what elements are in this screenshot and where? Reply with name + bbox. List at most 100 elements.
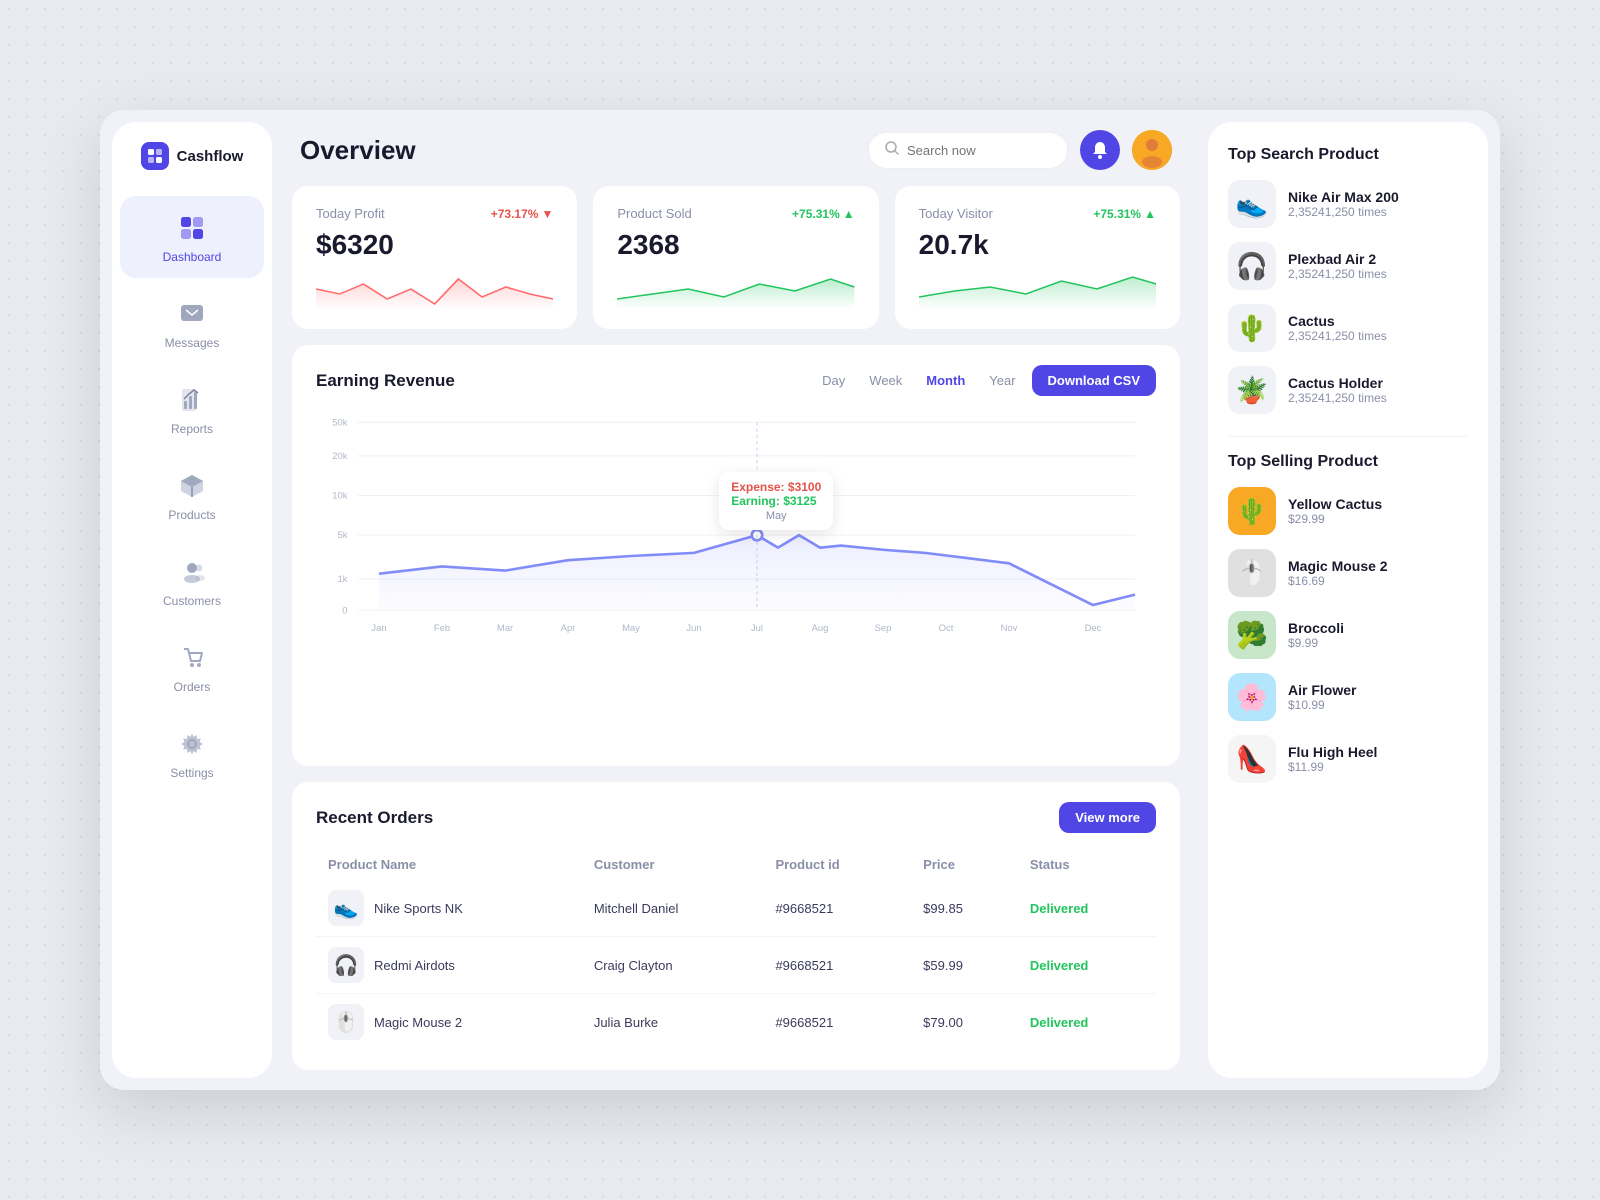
sidebar-item-customers[interactable]: Customers (120, 540, 264, 622)
sidebar-item-reports[interactable]: Reports (120, 368, 264, 450)
product-cell: 🎧 Redmi Airdots (328, 947, 570, 983)
search-bar[interactable] (868, 132, 1068, 169)
selling-product-info: Broccoli $9.99 (1288, 620, 1468, 650)
top-selling-list: 🌵 Yellow Cactus $29.99 🖱️ Magic Mouse 2 … (1228, 487, 1468, 797)
col-status: Status (1018, 849, 1156, 880)
orders-table: Product Name Customer Product id Price S… (316, 849, 1156, 1050)
stat-profit-value: $6320 (316, 229, 553, 261)
product-thumb: 🎧 (328, 947, 364, 983)
svg-text:Jul: Jul (751, 622, 763, 633)
arrow-down-icon: ▼ (541, 207, 553, 221)
sidebar-item-products[interactable]: Products (120, 454, 264, 536)
product-price: $59.99 (911, 937, 1018, 994)
sidebar-item-messages[interactable]: Messages (120, 282, 264, 364)
selling-product-img: 🌵 (1228, 487, 1276, 535)
svg-text:Aug: Aug (812, 622, 829, 633)
arrow-up-icon: ▲ (843, 207, 855, 221)
top-selling-item: 🖱️ Magic Mouse 2 $16.69 (1228, 549, 1468, 597)
selling-product-img: 🥦 (1228, 611, 1276, 659)
table-row: 🎧 Redmi Airdots Craig Clayton #9668521 $… (316, 937, 1156, 994)
search-input[interactable] (907, 143, 1051, 158)
search-product-times: 2,35241,250 times (1288, 329, 1468, 343)
sidebar-item-dashboard[interactable]: Dashboard (120, 196, 264, 278)
period-day[interactable]: Day (814, 369, 853, 392)
dashboard-icon (174, 210, 210, 246)
sidebar-item-settings-label: Settings (170, 766, 213, 780)
stat-profit-label: Today Profit (316, 206, 385, 221)
svg-text:50k: 50k (332, 417, 348, 428)
page-title: Overview (300, 135, 416, 166)
stat-card-profit: Today Profit +73.17% ▼ $6320 (292, 186, 577, 329)
search-product-times: 2,35241,250 times (1288, 267, 1468, 281)
selling-product-name: Yellow Cactus (1288, 496, 1468, 512)
product-price: $99.85 (911, 880, 1018, 937)
product-name: Redmi Airdots (374, 958, 455, 973)
stat-visitor-change: +75.31% ▲ (1093, 207, 1156, 221)
search-product-name: Plexbad Air 2 (1288, 251, 1468, 267)
product-thumb: 👟 (328, 890, 364, 926)
svg-text:Jun: Jun (686, 622, 701, 633)
selling-product-name: Air Flower (1288, 682, 1468, 698)
search-product-info: Nike Air Max 200 2,35241,250 times (1288, 189, 1468, 219)
product-name: Nike Sports NK (374, 901, 463, 916)
period-year[interactable]: Year (981, 369, 1023, 392)
selling-product-price: $9.99 (1288, 636, 1468, 650)
stat-sold-change: +75.31% ▲ (792, 207, 855, 221)
sidebar-item-orders-label: Orders (174, 680, 211, 694)
main-content: Overview (284, 110, 1196, 1090)
svg-text:Dec: Dec (1085, 622, 1102, 633)
customer-name: Craig Clayton (582, 937, 764, 994)
table-row: 👟 Nike Sports NK Mitchell Daniel #966852… (316, 880, 1156, 937)
stat-sold-value: 2368 (617, 229, 854, 261)
user-avatar[interactable] (1132, 130, 1172, 170)
top-selling-item: 🥦 Broccoli $9.99 (1228, 611, 1468, 659)
settings-icon (174, 726, 210, 762)
period-tabs: Day Week Month Year (814, 369, 1023, 392)
top-search-item: 🪴 Cactus Holder 2,35241,250 times (1228, 366, 1468, 414)
top-search-item: 🌵 Cactus 2,35241,250 times (1228, 304, 1468, 352)
product-thumb: 🖱️ (328, 1004, 364, 1040)
svg-text:20k: 20k (332, 450, 348, 461)
product-id: #9668521 (763, 880, 911, 937)
selling-product-img: 🖱️ (1228, 549, 1276, 597)
customer-name: Mitchell Daniel (582, 880, 764, 937)
download-csv-button[interactable]: Download CSV (1032, 365, 1156, 396)
top-selling-title: Top Selling Product (1228, 453, 1468, 471)
chart-area: Expense: $3100 Earning: $3125 May (316, 412, 1156, 652)
messages-icon (174, 296, 210, 332)
svg-text:1k: 1k (338, 573, 348, 584)
visitor-sparkline (919, 269, 1156, 309)
svg-text:Sep: Sep (875, 622, 892, 633)
search-product-name: Nike Air Max 200 (1288, 189, 1468, 205)
view-more-button[interactable]: View more (1059, 802, 1156, 833)
status-badge: Delivered (1030, 958, 1089, 973)
arrow-up-icon-2: ▲ (1144, 207, 1156, 221)
search-product-times: 2,35241,250 times (1288, 205, 1468, 219)
sidebar-item-orders[interactable]: Orders (120, 626, 264, 708)
table-row: 🖱️ Magic Mouse 2 Julia Burke #9668521 $7… (316, 994, 1156, 1051)
reports-icon (174, 382, 210, 418)
notification-button[interactable] (1080, 130, 1120, 170)
stat-card-sold: Product Sold +75.31% ▲ 2368 (593, 186, 878, 329)
top-selling-item: 🌵 Yellow Cactus $29.99 (1228, 487, 1468, 535)
search-product-info: Plexbad Air 2 2,35241,250 times (1288, 251, 1468, 281)
orders-title: Recent Orders (316, 808, 433, 828)
revenue-card: Earning Revenue Day Week Month Year Down… (292, 345, 1180, 766)
selling-product-name: Flu High Heel (1288, 744, 1468, 760)
sidebar-item-dashboard-label: Dashboard (163, 250, 222, 264)
selling-product-name: Magic Mouse 2 (1288, 558, 1468, 574)
selling-product-price: $29.99 (1288, 512, 1468, 526)
search-icon (885, 141, 899, 160)
product-id: #9668521 (763, 937, 911, 994)
period-month[interactable]: Month (918, 369, 973, 392)
col-customer: Customer (582, 849, 764, 880)
sidebar-item-settings[interactable]: Settings (120, 712, 264, 794)
period-week[interactable]: Week (861, 369, 910, 392)
col-product-id: Product id (763, 849, 911, 880)
search-product-img: 👟 (1228, 180, 1276, 228)
search-product-name: Cactus (1288, 313, 1468, 329)
col-price: Price (911, 849, 1018, 880)
logo-icon (141, 142, 169, 170)
selling-product-price: $10.99 (1288, 698, 1468, 712)
svg-text:May: May (622, 622, 640, 633)
